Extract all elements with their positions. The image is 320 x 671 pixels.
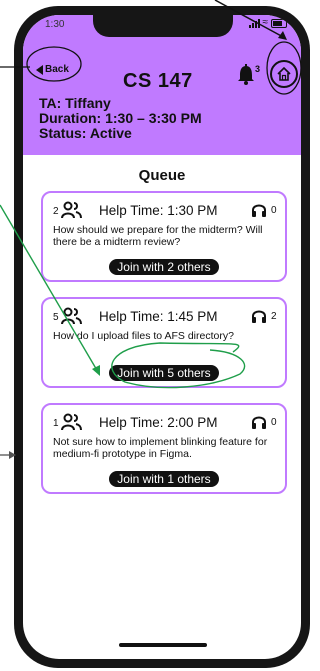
wifi-icon: ≈ xyxy=(262,17,269,28)
headphones-icon xyxy=(252,204,266,217)
card-header: 5 Help Time: 1:45 PM 2 xyxy=(53,307,279,327)
ta-name: TA: Tiffany xyxy=(39,95,111,111)
help-time: Help Time: 1:45 PM xyxy=(99,309,218,324)
group-count: 5 xyxy=(53,312,59,323)
bell-icon[interactable] xyxy=(237,64,255,86)
people-icon xyxy=(61,413,82,431)
app-screen: 1:30 ≈ Back CS 147 3 TA: Tiffany Duratio… xyxy=(23,15,301,659)
signal-icon xyxy=(248,18,260,28)
battery-icon xyxy=(271,18,287,28)
queue-card: 2 Help Time: 1:30 PM 0 How should we pre… xyxy=(41,191,287,282)
help-time: Help Time: 1:30 PM xyxy=(99,203,218,218)
session-status: Status: Active xyxy=(39,125,132,141)
back-button[interactable]: Back xyxy=(36,64,69,75)
session-duration: Duration: 1:30 – 3:30 PM xyxy=(39,110,202,126)
headphones-icon xyxy=(252,416,266,429)
home-button[interactable] xyxy=(270,60,298,88)
status-time: 1:30 xyxy=(45,19,65,30)
phone-frame: 1:30 ≈ Back CS 147 3 TA: Tiffany Duratio… xyxy=(14,6,310,668)
listener-count: 0 xyxy=(271,417,277,428)
home-indicator[interactable] xyxy=(119,643,207,647)
queue-title: Queue xyxy=(138,167,186,184)
group-count: 2 xyxy=(53,206,59,217)
page-title: CS 147 xyxy=(123,70,193,92)
join-button[interactable]: Join with 5 others xyxy=(109,365,219,381)
listener-count: 2 xyxy=(271,311,277,322)
notification-count: 3 xyxy=(255,64,261,74)
join-button[interactable]: Join with 2 others xyxy=(109,259,219,275)
back-arrow-icon xyxy=(36,64,43,75)
question-text: Not sure how to implement blinking featu… xyxy=(53,436,268,460)
question-text: How do I upload files to AFS directory? xyxy=(53,330,234,342)
queue-card: 5 Help Time: 1:45 PM 2 How do I upload f… xyxy=(41,297,287,388)
people-icon xyxy=(61,201,82,219)
people-icon xyxy=(61,307,82,325)
card-header: 2 Help Time: 1:30 PM 0 xyxy=(53,201,279,221)
listener-count: 0 xyxy=(271,205,277,216)
back-label: Back xyxy=(45,64,69,75)
group-count: 1 xyxy=(53,418,59,429)
home-icon xyxy=(277,67,291,81)
session-info: TA: Tiffany Duration: 1:30 – 3:30 PM Sta… xyxy=(39,96,202,141)
join-button[interactable]: Join with 1 others xyxy=(109,471,219,487)
headphones-icon xyxy=(252,310,266,323)
question-text: How should we prepare for the midterm? W… xyxy=(53,224,263,248)
help-time: Help Time: 2:00 PM xyxy=(99,415,218,430)
queue-card: 1 Help Time: 2:00 PM 0 Not sure how to i… xyxy=(41,403,287,494)
notch xyxy=(93,15,233,37)
card-header: 1 Help Time: 2:00 PM 0 xyxy=(53,413,279,433)
status-icons: ≈ xyxy=(248,17,287,28)
